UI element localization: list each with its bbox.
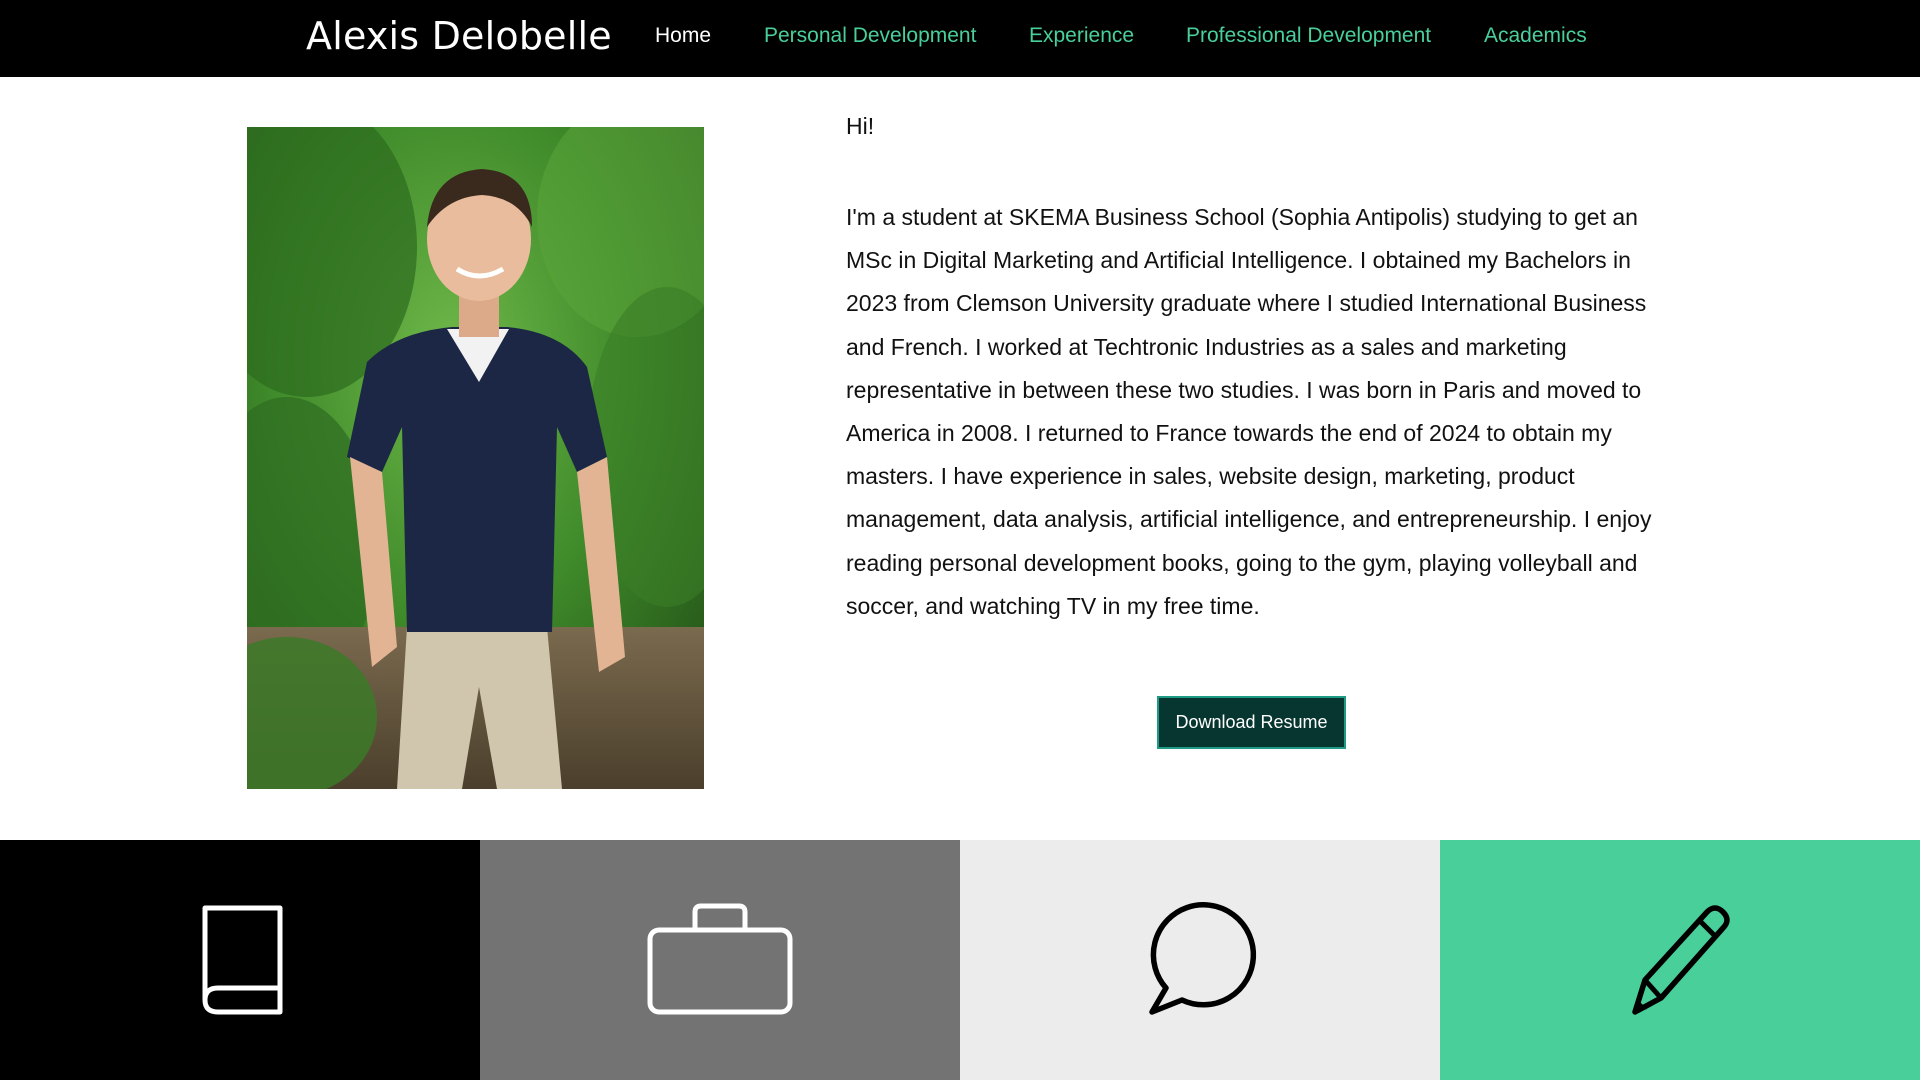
greeting-text: Hi! bbox=[846, 113, 875, 139]
site-header: Alexis Delobelle Home Personal Developme… bbox=[0, 0, 1920, 77]
tile-briefcase[interactable] bbox=[480, 840, 960, 1080]
briefcase-icon bbox=[647, 903, 793, 1015]
nav-academics[interactable]: Academics bbox=[1484, 24, 1587, 48]
tile-pencil[interactable] bbox=[1440, 840, 1920, 1080]
bio-paragraph: I'm a student at SKEMA Business School (… bbox=[846, 204, 1652, 619]
tile-speech-bubble[interactable] bbox=[960, 840, 1440, 1080]
main-nav: Home Personal Development Experience Pro… bbox=[0, 24, 1920, 54]
pencil-icon bbox=[1632, 905, 1730, 1015]
nav-experience[interactable]: Experience bbox=[1029, 24, 1134, 48]
nav-home[interactable]: Home bbox=[655, 24, 711, 48]
tile-book[interactable] bbox=[0, 840, 480, 1080]
profile-photo bbox=[247, 127, 704, 789]
speech-bubble-icon bbox=[1149, 902, 1257, 1015]
nav-professional-development[interactable]: Professional Development bbox=[1186, 24, 1431, 48]
book-icon bbox=[202, 905, 283, 1015]
download-resume-button[interactable]: Download Resume bbox=[1157, 696, 1346, 749]
feature-tiles bbox=[0, 840, 1920, 1080]
nav-personal-development[interactable]: Personal Development bbox=[764, 24, 976, 48]
